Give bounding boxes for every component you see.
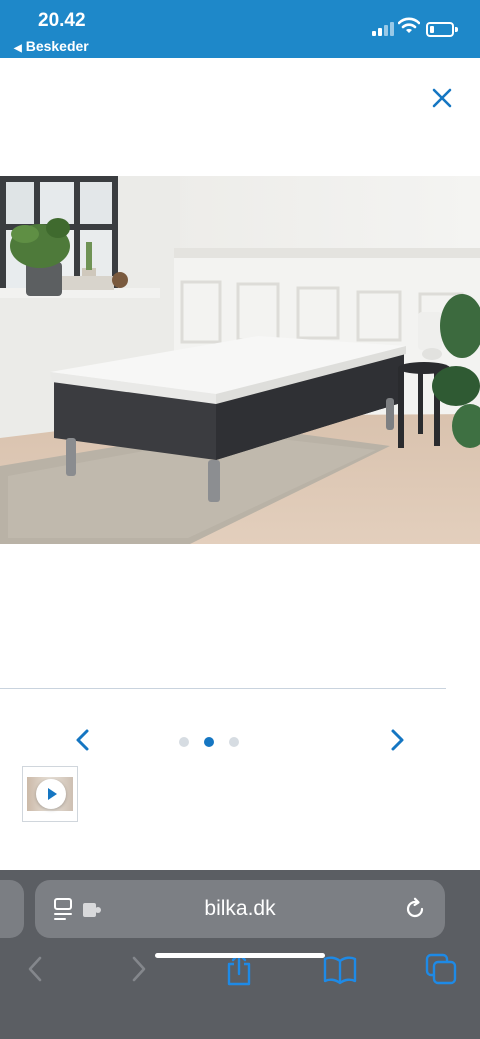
product-photo [0, 176, 480, 544]
status-time: 20.42 [38, 10, 86, 31]
battery-icon [426, 22, 458, 37]
gallery-dot[interactable] [204, 737, 214, 747]
status-bar: 20.42 ◀ Beskeder [0, 0, 480, 58]
close-icon[interactable] [428, 84, 456, 112]
forward-icon[interactable] [128, 952, 150, 986]
chevron-left-icon[interactable] [70, 726, 96, 754]
back-triangle-icon: ◀ [14, 43, 22, 54]
home-indicator[interactable] [155, 953, 325, 958]
back-app-label: Beskeder [25, 38, 89, 54]
signal-icon [372, 22, 396, 36]
bookmarks-icon[interactable] [322, 952, 358, 986]
back-to-app-link[interactable]: ◀ Beskeder [14, 38, 89, 54]
gallery-dot[interactable] [229, 737, 239, 747]
reload-icon[interactable] [403, 897, 427, 921]
video-thumbnail[interactable] [22, 766, 78, 822]
back-icon[interactable] [24, 952, 46, 986]
tabs-icon[interactable] [424, 952, 458, 986]
gallery-divider [0, 688, 446, 689]
previous-tab-preview[interactable] [0, 880, 24, 938]
wifi-icon [398, 17, 420, 33]
address-bar[interactable]: bilka.dk [35, 880, 445, 938]
gallery-dot[interactable] [179, 737, 189, 747]
url-text: bilka.dk [204, 897, 276, 920]
gallery-dots [177, 737, 247, 749]
play-icon [36, 779, 66, 809]
chevron-right-icon[interactable] [384, 726, 410, 754]
